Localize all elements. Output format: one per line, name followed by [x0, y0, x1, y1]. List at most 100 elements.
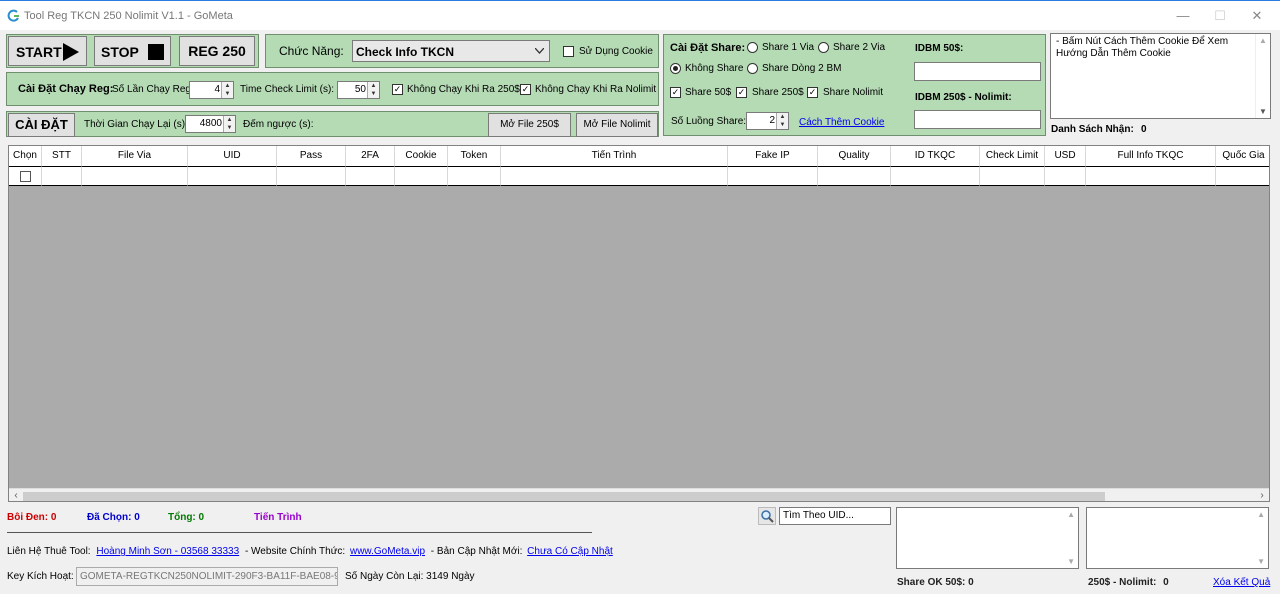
scroll-up-icon[interactable]: ▲ [1259, 36, 1267, 45]
runs-value: 4 [214, 84, 220, 95]
maximize-button[interactable]: ☐ [1200, 1, 1240, 31]
table-cell[interactable] [346, 167, 395, 186]
scroll-up-icon[interactable]: ▲ [1067, 510, 1075, 519]
update-link[interactable]: Chưa Có Cập Nhật [527, 546, 613, 557]
scroll-thumb[interactable] [23, 492, 1105, 501]
nolimit-results-box[interactable]: ▲ ▼ [1086, 507, 1269, 569]
title-bar: Tool Reg TKCN 250 Nolimit V1.1 - GoMeta … [0, 0, 1280, 30]
table-cell[interactable] [728, 167, 818, 186]
stepper-arrows-icon[interactable]: ▲ ▼ [223, 116, 235, 132]
column-header[interactable]: Check Limit [980, 146, 1045, 167]
use-cookie-checkbox[interactable] [563, 46, 574, 57]
column-header[interactable]: USD [1045, 146, 1086, 167]
scroll-down-icon[interactable]: ▼ [1257, 557, 1265, 566]
column-header[interactable]: Pass [277, 146, 346, 167]
column-header[interactable]: Quality [818, 146, 891, 167]
column-header[interactable]: STT [42, 146, 82, 167]
scroll-down-icon[interactable]: ▼ [1067, 557, 1075, 566]
reg-250-button[interactable]: REG 250 [179, 36, 255, 66]
table-cell[interactable] [891, 167, 980, 186]
table-cell[interactable] [501, 167, 728, 186]
share-50-checkbox[interactable]: ✓ [670, 87, 681, 98]
runs-stepper[interactable]: 4 ▲ ▼ [189, 81, 234, 99]
threads-label: Số Luồng Share: [671, 116, 747, 127]
table-cell[interactable] [277, 167, 346, 186]
notes-textarea[interactable]: - Bấm Nút Cách Thêm Cookie Để Xem Hướng … [1050, 33, 1271, 119]
rerun-stepper[interactable]: 4800 ▲ ▼ [185, 115, 236, 133]
no-run-nolimit-checkbox[interactable]: ✓ [520, 84, 531, 95]
notes-text: - Bấm Nút Cách Thêm Cookie Để Xem Hướng … [1056, 36, 1229, 59]
column-header[interactable]: Tiến Trình [501, 146, 728, 167]
accounts-table[interactable]: Chọn STT File Via UID Pass 2FA Cookie Token Tiến… [8, 145, 1270, 502]
search-button[interactable] [758, 507, 776, 525]
search-input[interactable]: Tìm Theo UID... [779, 507, 891, 525]
function-select[interactable]: Check Info TKCN [352, 40, 550, 62]
column-header[interactable]: Token [448, 146, 501, 167]
table-cell[interactable] [1086, 167, 1216, 186]
no-run-250-checkbox[interactable]: ✓ [392, 84, 403, 95]
share1-radio[interactable] [747, 42, 758, 53]
table-cell[interactable] [188, 167, 277, 186]
countdown-label: Đếm ngược (s): [243, 119, 314, 130]
nolimit-count: 250$ - Nolimit: 0 [1088, 577, 1169, 588]
share-nolimit-label: Share Nolimit [823, 87, 884, 98]
open-file-nolimit-button[interactable]: Mở File Nolimit [576, 113, 658, 137]
row-select-cell[interactable] [9, 167, 42, 186]
open-file-250-button[interactable]: Mở File 250$ [488, 113, 571, 137]
horizontal-scrollbar[interactable]: ‹ › [9, 488, 1269, 501]
column-header[interactable]: ID TKQC [891, 146, 980, 167]
share2-radio[interactable] [818, 42, 829, 53]
table-cell[interactable] [42, 167, 82, 186]
contact-name-link[interactable]: Hoàng Minh Sơn - 03568 33333 [96, 546, 239, 557]
stepper-arrows-icon[interactable]: ▲ ▼ [221, 82, 233, 98]
column-header[interactable]: Chọn [9, 146, 42, 167]
table-cell[interactable] [1216, 167, 1269, 186]
nolimit-label: 250$ - Nolimit: [1088, 577, 1157, 588]
stepper-arrows-icon[interactable]: ▲ ▼ [367, 82, 379, 98]
share50-results-box[interactable]: ▲ ▼ [896, 507, 1079, 569]
column-header[interactable]: File Via [82, 146, 188, 167]
column-header[interactable]: Cookie [395, 146, 448, 167]
table-cell[interactable] [1045, 167, 1086, 186]
clear-results-link[interactable]: Xóa Kết Quả [1213, 577, 1270, 588]
website-link[interactable]: www.GoMeta.vip [350, 546, 425, 557]
close-button[interactable]: ✕ [1237, 1, 1277, 31]
share2-label: Share 2 Via [833, 42, 886, 53]
share-250-checkbox[interactable]: ✓ [736, 87, 747, 98]
column-header[interactable]: UID [188, 146, 277, 167]
notes-scrollbar[interactable]: ▲ ▼ [1255, 34, 1270, 118]
column-header[interactable]: 2FA [346, 146, 395, 167]
table-cell[interactable] [448, 167, 501, 186]
idbm50-input[interactable] [914, 62, 1041, 81]
noshare-radio[interactable] [670, 63, 681, 74]
threads-stepper[interactable]: 2 ▲ ▼ [746, 112, 789, 130]
scroll-left-icon[interactable]: ‹ [9, 489, 23, 501]
stepper-arrows-icon[interactable]: ▲ ▼ [776, 113, 788, 129]
start-button[interactable]: START [8, 36, 87, 66]
settings-button[interactable]: CÀI ĐẶT [8, 113, 75, 137]
scroll-right-icon[interactable]: › [1255, 489, 1269, 501]
minimize-button[interactable]: — [1163, 1, 1203, 31]
time-limit-stepper[interactable]: 50 ▲ ▼ [337, 81, 380, 99]
threads-value: 2 [769, 115, 775, 126]
idbm250-input[interactable] [914, 110, 1041, 129]
column-header[interactable]: Full Info TKQC [1086, 146, 1216, 167]
activation-key-field[interactable]: GOMETA-REGTKCN250NOLIMIT-290F3-BA11F-BAE… [76, 567, 338, 586]
row-checkbox[interactable] [20, 171, 31, 182]
app-icon [7, 9, 19, 22]
table-cell[interactable] [395, 167, 448, 186]
rerun-panel: CÀI ĐẶT Thời Gian Chạy Lại (s): 4800 ▲ ▼ … [6, 111, 659, 137]
column-header[interactable]: Quốc Gia [1216, 146, 1269, 167]
share-nolimit-checkbox[interactable]: ✓ [807, 87, 818, 98]
chevron-down-icon [535, 48, 544, 54]
table-cell[interactable] [82, 167, 188, 186]
column-header[interactable]: Fake IP [728, 146, 818, 167]
add-cookie-link[interactable]: Cách Thêm Cookie [799, 117, 884, 128]
table-cell[interactable] [980, 167, 1045, 186]
scroll-down-icon[interactable]: ▼ [1259, 107, 1267, 116]
stop-button[interactable]: STOP [94, 36, 171, 66]
share50-value: 0 [968, 577, 974, 588]
scroll-up-icon[interactable]: ▲ [1257, 510, 1265, 519]
share-bm-radio[interactable] [747, 63, 758, 74]
table-cell[interactable] [818, 167, 891, 186]
